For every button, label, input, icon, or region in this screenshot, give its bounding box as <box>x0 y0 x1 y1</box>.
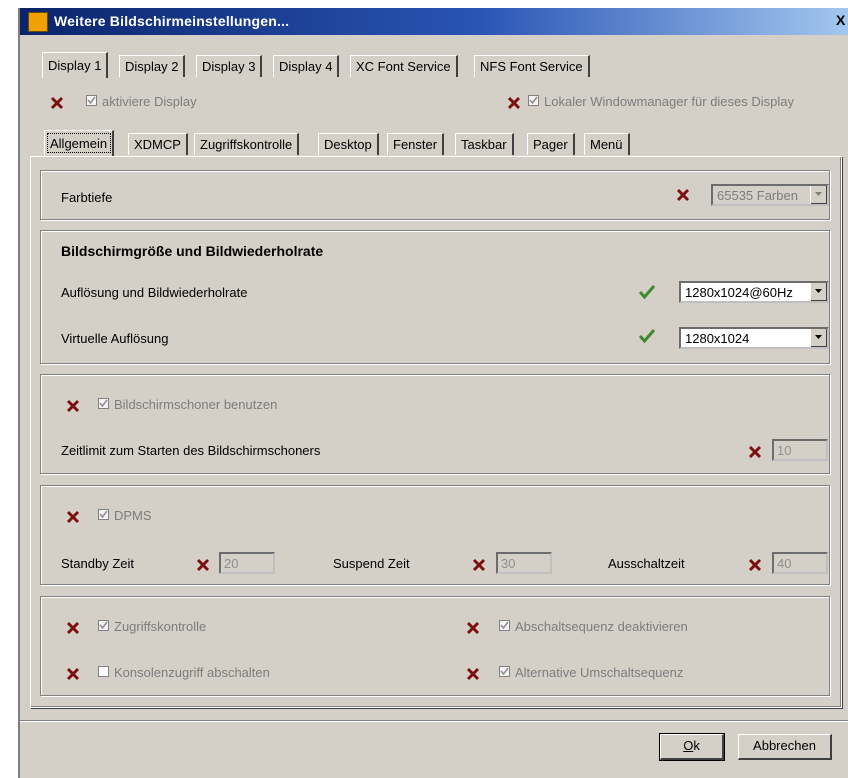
dpms-label: DPMS <box>114 508 152 523</box>
x-icon <box>676 188 690 202</box>
sub-tab-bar: Allgemein XDMCP Zugriffskontrolle Deskto… <box>44 130 744 157</box>
x-icon <box>66 510 80 524</box>
dialog-window: Weitere Bildschirmeinstellungen... X Dis… <box>18 8 848 778</box>
standby-label: Standby Zeit <box>61 556 134 571</box>
access-control-label: Zugriffskontrolle <box>114 619 207 634</box>
screensaver-label: Bildschirmschoner benutzen <box>114 397 278 412</box>
resolution-group: Bildschirmgröße und Bildwiederholrate Au… <box>40 230 830 364</box>
dpms-checkbox[interactable] <box>98 509 109 520</box>
local-wm-checkbox[interactable] <box>528 95 539 106</box>
resolution-heading: Bildschirmgröße und Bildwiederholrate <box>61 243 324 259</box>
tab-display-3[interactable]: Display 3 <box>196 55 263 77</box>
local-wm-label: Lokaler Windowmanager für dieses Display <box>544 94 795 109</box>
x-icon <box>466 667 480 681</box>
standby-input[interactable]: 20 <box>219 552 275 574</box>
tab-display-4[interactable]: Display 4 <box>273 55 340 77</box>
close-icon[interactable]: X <box>836 12 848 30</box>
window-title: Weitere Bildschirmeinstellungen... <box>54 13 290 29</box>
chevron-down-icon <box>810 329 827 347</box>
title-bar[interactable]: Weitere Bildschirmeinstellungen... X <box>20 8 848 35</box>
app-icon <box>28 12 48 32</box>
tab-pager[interactable]: Pager <box>527 133 575 155</box>
x-icon <box>507 96 521 110</box>
color-depth-select[interactable]: 65535 Farben <box>711 184 829 206</box>
resolution-select[interactable]: 1280x1024@60Hz <box>679 281 829 303</box>
misc-group: Zugriffskontrolle Abschaltsequenz deakti… <box>40 596 830 696</box>
x-icon <box>50 96 64 110</box>
tab-display-1[interactable]: Display 1 <box>42 52 109 78</box>
tab-allgemein[interactable]: Allgemein <box>44 130 115 156</box>
screensaver-group: Bildschirmschoner benutzen Zeitlimit zum… <box>40 374 830 474</box>
tab-fenster[interactable]: Fenster <box>387 133 445 155</box>
dpms-group: DPMS Standby Zeit 20 Suspend Zeit 30 Aus… <box>40 485 830 585</box>
tab-zugriffskontrolle[interactable]: Zugriffskontrolle <box>194 133 300 155</box>
x-icon <box>196 558 210 572</box>
screensaver-checkbox[interactable] <box>98 398 109 409</box>
x-icon <box>748 558 762 572</box>
separator <box>20 720 848 722</box>
off-label: Ausschaltzeit <box>608 556 685 571</box>
screensaver-timeout-label: Zeitlimit zum Starten des Bildschirmscho… <box>61 443 321 458</box>
x-icon <box>472 558 486 572</box>
tab-xc-font-service[interactable]: XC Font Service <box>350 55 458 77</box>
x-icon <box>466 621 480 635</box>
activate-display-checkbox[interactable] <box>86 95 97 106</box>
alt-switch-label: Alternative Umschaltsequenz <box>515 665 684 680</box>
resolution-label: Auflösung und Bildwiederholrate <box>61 285 248 300</box>
console-access-label: Konsolenzugriff abschalten <box>114 665 270 680</box>
x-icon <box>66 621 80 635</box>
display-tab-bar: Display 1 Display 2 Display 3 Display 4 … <box>42 52 842 79</box>
ok-button[interactable]: Ok <box>659 733 725 761</box>
tab-xdmcp[interactable]: XDMCP <box>128 133 188 155</box>
virtual-resolution-select[interactable]: 1280x1024 <box>679 327 829 349</box>
tab-display-2[interactable]: Display 2 <box>119 55 186 77</box>
tab-menu[interactable]: Menü <box>584 133 630 155</box>
tab-desktop[interactable]: Desktop <box>318 133 379 155</box>
check-icon <box>638 329 656 344</box>
check-icon <box>638 285 656 300</box>
disable-shutdown-checkbox[interactable] <box>499 620 510 631</box>
chevron-down-icon <box>810 283 827 301</box>
disable-shutdown-label: Abschaltsequenz deaktivieren <box>515 619 688 634</box>
activate-display-label: aktiviere Display <box>102 94 197 109</box>
tab-taskbar[interactable]: Taskbar <box>455 133 514 155</box>
screensaver-timeout-input[interactable]: 10 <box>772 439 828 461</box>
off-input[interactable]: 40 <box>772 552 828 574</box>
suspend-label: Suspend Zeit <box>333 556 410 571</box>
alt-switch-checkbox[interactable] <box>499 666 510 677</box>
virtual-resolution-label: Virtuelle Auflösung <box>61 331 169 346</box>
cancel-button[interactable]: Abbrechen <box>738 734 832 760</box>
x-icon <box>748 445 762 459</box>
tab-nfs-font-service[interactable]: NFS Font Service <box>474 55 590 77</box>
chevron-down-icon <box>810 186 827 204</box>
access-control-checkbox[interactable] <box>98 620 109 631</box>
x-icon <box>66 667 80 681</box>
color-depth-group: Farbtiefe 65535 Farben <box>40 170 830 220</box>
console-access-checkbox[interactable] <box>98 666 109 677</box>
suspend-input[interactable]: 30 <box>496 552 552 574</box>
x-icon <box>66 399 80 413</box>
color-depth-label: Farbtiefe <box>61 190 113 205</box>
